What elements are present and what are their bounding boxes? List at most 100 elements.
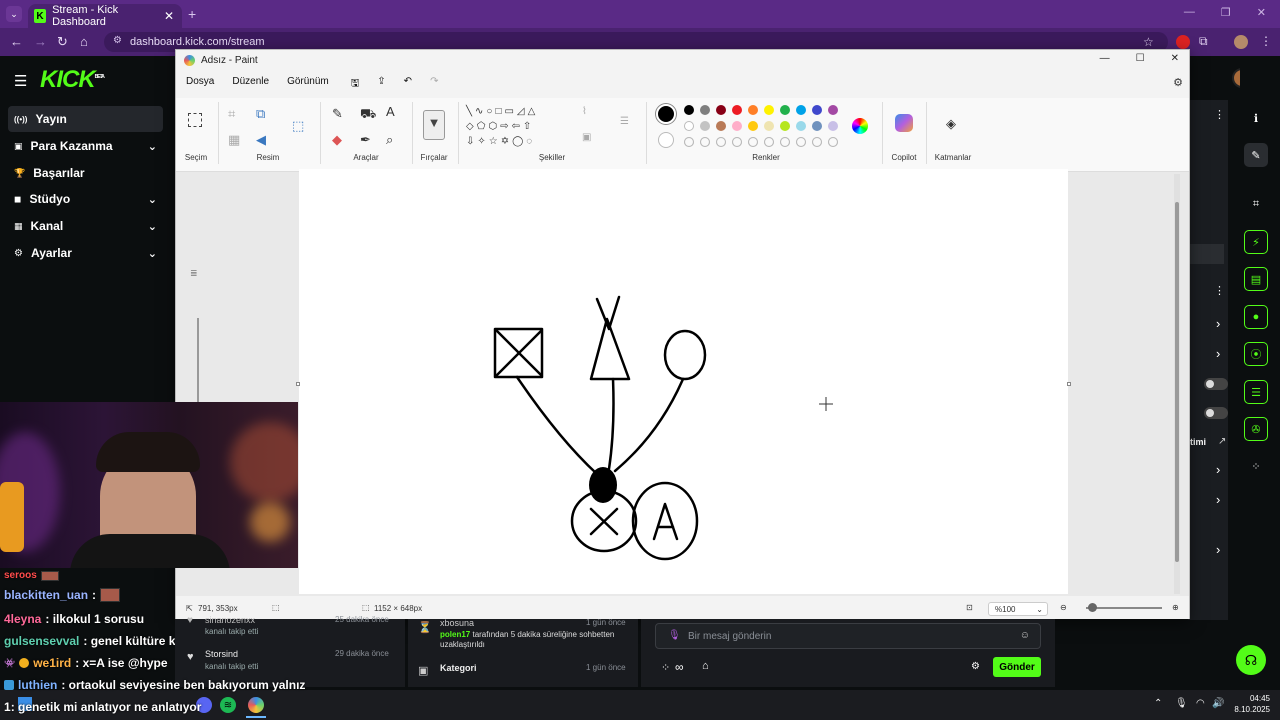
broadcast-icon[interactable]: ⦿ <box>1244 342 1268 366</box>
browser-menu-icon[interactable]: ⋮ <box>1260 34 1272 48</box>
volume-icon[interactable]: 🔊 <box>1212 698 1224 709</box>
custom-color-slot[interactable] <box>716 137 726 147</box>
zoom-select[interactable]: %100 ⌄ <box>988 602 1048 616</box>
new-tab-button[interactable]: + <box>188 6 196 22</box>
custom-color-slot[interactable] <box>764 137 774 147</box>
drawing-canvas[interactable] <box>299 169 1068 594</box>
bookmark-star-icon[interactable]: ☆ <box>1143 35 1154 49</box>
zoom-in-icon[interactable]: ⊕ <box>1172 603 1179 612</box>
color-swatch[interactable] <box>828 105 838 115</box>
profile-avatar[interactable] <box>1234 35 1248 49</box>
microphone-tray-icon[interactable]: 🎙 <box>1175 698 1188 709</box>
store-icon[interactable]: ⌂ <box>702 660 709 672</box>
secondary-color-swatch[interactable] <box>658 132 674 148</box>
wrench-icon[interactable]: ✇ <box>1244 417 1268 441</box>
share-icon[interactable]: ⇪ <box>377 76 385 93</box>
rotate-icon[interactable]: ◀ <box>256 132 266 148</box>
close-icon[interactable]: ✕ <box>1171 53 1179 64</box>
edit-colors-icon[interactable] <box>852 118 868 134</box>
custom-color-slot[interactable] <box>780 137 790 147</box>
save-icon[interactable]: 🖫 <box>351 76 360 93</box>
site-info-icon[interactable]: ⚙ <box>113 35 122 46</box>
tray-chevron-up-icon[interactable]: ⌃ <box>1154 698 1162 709</box>
undo-icon[interactable]: ↶ <box>404 76 412 93</box>
color-swatch[interactable] <box>684 105 694 115</box>
microphone-icon[interactable]: 🎙 <box>668 630 681 641</box>
chevron-down-icon[interactable]: ⌄ <box>148 140 157 153</box>
outline-icon[interactable]: ⌇ <box>582 106 587 117</box>
color-swatch[interactable] <box>700 121 710 131</box>
notes-icon[interactable]: ▤ <box>1244 267 1268 291</box>
close-window-icon[interactable]: ✕ <box>1257 6 1266 19</box>
text-icon[interactable]: A <box>386 104 395 119</box>
zoom-slider-handle[interactable] <box>1088 603 1097 612</box>
panel-field[interactable] <box>1188 244 1224 264</box>
info-icon[interactable]: ℹ <box>1244 106 1268 130</box>
fill-icon[interactable]: ▣ <box>582 132 591 143</box>
settings-gear-icon[interactable]: ⚙ <box>1173 76 1183 89</box>
copilot-icon[interactable] <box>895 114 913 132</box>
reload-icon[interactable]: ↻ <box>57 34 68 50</box>
redo-icon[interactable]: ↷ <box>430 76 438 93</box>
image-generator-icon[interactable]: ⬚ <box>292 118 304 134</box>
custom-color-slot[interactable] <box>700 137 710 147</box>
color-swatch[interactable] <box>764 121 774 131</box>
color-swatch[interactable] <box>716 121 726 131</box>
toggle-switch[interactable] <box>1204 407 1228 419</box>
color-swatch[interactable] <box>812 121 822 131</box>
browser-tab-kick-dashboard[interactable]: K Stream - Kick Dashboard ✕ <box>28 4 182 28</box>
chat-message-input[interactable]: 🎙 Bir mesaj gönderin ☺ <box>655 623 1041 649</box>
sidebar-item-kanal[interactable]: ▦ Kanal ⌄ <box>8 213 163 239</box>
custom-color-slot[interactable] <box>796 137 806 147</box>
hamburger-menu-icon[interactable]: ☰ <box>14 72 27 90</box>
dots-group-icon[interactable]: ⁘ <box>1244 454 1268 478</box>
chevron-right-icon[interactable]: › <box>1216 462 1220 477</box>
color-swatch[interactable] <box>796 121 806 131</box>
gear-icon[interactable]: ⚙ <box>971 661 980 672</box>
infinity-icon[interactable]: ∞ <box>675 660 684 674</box>
more-options-icon[interactable]: ⋮ <box>1214 284 1225 297</box>
chevron-right-icon[interactable]: › <box>1216 316 1220 331</box>
chevron-right-icon[interactable]: › <box>1216 542 1220 557</box>
sidebar-item-basarilar[interactable]: 🏆 Başarılar <box>8 160 163 186</box>
home-icon[interactable]: ⌂ <box>80 34 88 49</box>
color-swatch[interactable] <box>684 121 694 131</box>
close-tab-icon[interactable]: ✕ <box>164 9 174 23</box>
color-swatch[interactable] <box>796 105 806 115</box>
resize-handle[interactable] <box>296 382 300 386</box>
fill-bucket-icon[interactable]: ⛟ <box>360 106 376 124</box>
menu-dosya[interactable]: Dosya <box>186 76 214 93</box>
tab-search-button[interactable]: ⌄ <box>6 6 22 22</box>
sidebar-item-yayin[interactable]: ((•)) Yayın <box>8 106 163 132</box>
chevron-right-icon[interactable]: › <box>1216 346 1220 361</box>
resize-icon[interactable]: ⧉ <box>256 106 265 122</box>
wifi-icon[interactable]: ◠ <box>1196 698 1205 709</box>
color-picker-icon[interactable]: ✒ <box>360 132 371 148</box>
minimize-icon[interactable]: — <box>1100 53 1110 64</box>
crop-icon[interactable]: ⌗ <box>228 106 235 122</box>
sidebar-item-ayarlar[interactable]: ⚙ Ayarlar ⌄ <box>8 240 163 266</box>
eraser-icon[interactable]: ◆ <box>332 132 342 148</box>
line-size-icon[interactable]: ☰ <box>620 116 629 127</box>
support-headset-icon[interactable]: ☊ <box>1236 645 1266 675</box>
selection-icon[interactable] <box>188 113 202 127</box>
paint-taskbar-icon[interactable] <box>248 697 264 713</box>
color-swatch[interactable] <box>732 121 742 131</box>
custom-color-slot[interactable] <box>732 137 742 147</box>
color-swatch[interactable] <box>748 105 758 115</box>
primary-color-swatch[interactable] <box>656 104 676 124</box>
chevron-down-icon[interactable]: ⌄ <box>148 220 157 233</box>
shapes-gallery[interactable]: ╲∿○□▭◿△ ◇⬠⬡⇨⇦⇧ ⇩✧☆✡◯◌ <box>466 104 566 150</box>
minimize-icon[interactable]: — <box>1184 6 1195 19</box>
chevron-down-icon[interactable]: ⌄ <box>148 193 157 206</box>
color-swatch[interactable] <box>780 121 790 131</box>
chevron-right-icon[interactable]: › <box>1216 492 1220 507</box>
maximize-icon[interactable]: ☐ <box>1136 53 1145 64</box>
background-remove-icon[interactable]: ▦ <box>228 132 240 148</box>
restore-icon[interactable]: ❐ <box>1221 6 1231 19</box>
custom-color-slot[interactable] <box>828 137 838 147</box>
sidebar-item-para-kazanma[interactable]: ▣ Para Kazanma ⌄ <box>8 133 163 159</box>
chevron-down-icon[interactable]: ⌄ <box>148 247 157 260</box>
screenshot-icon[interactable]: ⌗ <box>1244 192 1268 216</box>
kick-logo[interactable]: KICKBETA <box>40 66 105 94</box>
